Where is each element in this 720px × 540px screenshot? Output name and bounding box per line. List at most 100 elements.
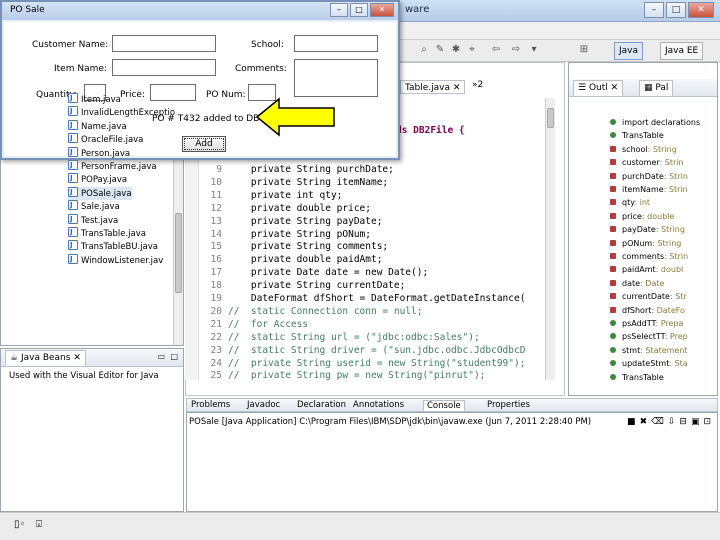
tab-javadoc[interactable]: Javadoc [247, 400, 280, 410]
maximize-button[interactable]: □ [666, 2, 686, 18]
package-item[interactable]: TransTable.java [68, 226, 146, 240]
toolbar-task-icon[interactable]: ✱ [450, 44, 462, 56]
terminate-icon[interactable]: ■ [627, 417, 636, 427]
outline-item[interactable]: currentDate: Str [610, 290, 706, 303]
toolbar-nav-icon[interactable]: ▾ [528, 44, 540, 56]
toolbar-open-type-icon[interactable]: ✎ [434, 44, 446, 56]
package-item[interactable]: WindowListener.jav [68, 253, 163, 267]
package-item[interactable]: POPay.java [68, 172, 127, 186]
outline-item[interactable]: paidAmt: doubl [610, 263, 706, 276]
code-line[interactable]: 9 private String purchDate; [200, 163, 394, 176]
tab-annotations[interactable]: Annotations [353, 400, 404, 410]
package-item[interactable]: Name.java [68, 119, 127, 133]
editor-overflow-tabs[interactable]: »2 [472, 80, 483, 90]
minimize-icon[interactable]: ▭ [157, 352, 165, 361]
code-line[interactable]: 16 private double paidAmt; [200, 253, 383, 266]
comments-field[interactable] [294, 59, 378, 97]
outline-item[interactable]: TransTable [610, 371, 706, 384]
minimize-button[interactable]: – [644, 2, 664, 18]
toolbar-back-icon[interactable]: ⇦ [490, 44, 502, 56]
code-line[interactable]: 18 private String currentDate; [200, 279, 406, 292]
perspective-java-ee-button[interactable]: Java EE [660, 42, 704, 60]
outline-item[interactable]: comments: Strin [610, 250, 706, 263]
package-item[interactable]: TransTableBU.java [68, 239, 158, 253]
add-button[interactable]: Add [182, 136, 226, 152]
code-line[interactable]: 22 // static String url = ("jdbc:odbc:Sal… [200, 331, 480, 344]
code-line[interactable]: 24 // private String userid = new String(… [200, 357, 526, 370]
code-line[interactable]: 19 DateFormat dfShort = DateFormat.getDa… [200, 292, 526, 305]
tab-console[interactable]: Console [423, 400, 465, 412]
package-item[interactable]: Test.java [68, 213, 118, 227]
editor-scrollbar[interactable] [545, 98, 555, 380]
code-line[interactable]: 10 private String itemName; [200, 176, 389, 189]
package-item[interactable]: InvalidLengthExceptio [68, 105, 175, 119]
outline-item[interactable]: pONum: String [610, 237, 706, 250]
outline-item[interactable]: price: double [610, 210, 706, 223]
outline-item[interactable]: date: Date [610, 277, 706, 290]
package-item[interactable]: OracleFile.java [68, 132, 143, 146]
outline-item[interactable]: customer: Strin [610, 156, 706, 169]
tab-java-beans[interactable]: ☕ Java Beans ✕ [5, 350, 86, 366]
close-icon[interactable]: ✕ [453, 83, 461, 93]
package-item[interactable]: PersonFrame.java [68, 159, 157, 173]
dialog-minimize-button[interactable]: – [330, 3, 348, 17]
editor-scroll-thumb[interactable] [547, 108, 554, 128]
package-item[interactable]: POSale.java [68, 186, 132, 200]
outline-item[interactable]: TransTable [610, 129, 706, 142]
outline-item[interactable]: stmt: Statement [610, 344, 706, 357]
school-field[interactable] [294, 35, 378, 52]
toolbar-search-icon[interactable]: ⌕ [418, 44, 430, 56]
close-icon[interactable]: ✕ [611, 83, 619, 93]
remove-launch-icon[interactable]: ✖ [640, 417, 648, 427]
clear-console-icon[interactable]: ⌫ [651, 417, 664, 427]
tab-properties[interactable]: Properties [487, 400, 530, 410]
outline-item[interactable]: updateStmt: Sta [610, 357, 706, 370]
code-line[interactable]: 14 private String pONum; [200, 228, 371, 241]
tab-editor-file[interactable]: Table.java ✕ [400, 80, 466, 94]
outline-item[interactable]: itemName: Strin [610, 183, 706, 196]
outline-item[interactable]: psSelectTT: Prep [610, 330, 706, 343]
code-line[interactable]: 25 // private String pw = new String("pin… [200, 369, 486, 382]
tab-palette[interactable]: ▦ Pal [639, 80, 674, 96]
display-console-icon[interactable]: ▣ [691, 417, 700, 427]
pin-console-icon[interactable]: ⊟ [679, 417, 687, 427]
code-line[interactable]: 15 private String comments; [200, 240, 389, 253]
open-perspective-icon[interactable]: ⊞ [578, 44, 590, 56]
code-line[interactable]: 11 private int qty; [200, 189, 343, 202]
perspective-java-button[interactable]: Java [614, 42, 644, 60]
dialog-close-button[interactable]: ✕ [370, 3, 394, 17]
tab-problems[interactable]: Problems [191, 400, 230, 410]
tab-outline[interactable]: ☰ Outl ✕ [573, 80, 624, 96]
open-console-icon[interactable]: ⊡ [703, 417, 711, 427]
package-explorer-scroll-thumb[interactable] [175, 213, 182, 293]
fast-view-icon[interactable]: ▯◦ [14, 519, 25, 530]
customer-name-field[interactable] [112, 35, 216, 52]
scroll-lock-icon[interactable]: ⇩ [668, 417, 676, 427]
outline-item[interactable]: school: String [610, 143, 706, 156]
code-line[interactable]: 20 // static Connection conn = null; [200, 305, 423, 318]
outline-item[interactable]: dfShort: DateFo [610, 304, 706, 317]
code-line[interactable]: 21 // for Access [200, 318, 309, 331]
outline-item[interactable]: purchDate: Strin [610, 170, 706, 183]
package-item[interactable]: Sale.java [68, 199, 120, 213]
dialog-maximize-button[interactable]: □ [350, 3, 368, 17]
code-line[interactable]: 23 // static String driver = ("sun.jdbc.o… [200, 344, 526, 357]
trim-icon[interactable]: ⌻ [36, 519, 42, 530]
tab-declaration[interactable]: Declaration [297, 400, 346, 410]
code-line[interactable]: 13 private String payDate; [200, 215, 383, 228]
outline-item[interactable]: psAddTT: Prepa [610, 317, 706, 330]
toolbar-marker-icon[interactable]: ⌖ [466, 44, 478, 56]
item-name-field[interactable] [112, 59, 216, 76]
outline-item[interactable]: qty: int [610, 196, 706, 209]
toolbar-forward-icon[interactable]: ⇨ [510, 44, 522, 56]
close-icon[interactable]: ✕ [73, 353, 81, 363]
package-item[interactable]: Person.java [68, 146, 130, 160]
package-item[interactable]: Item.java [68, 92, 121, 106]
code-line[interactable]: 17 private Date date = new Date(); [200, 266, 429, 279]
outline-item[interactable]: import declarations [610, 116, 706, 129]
close-button[interactable]: ✕ [688, 2, 714, 18]
outline-item[interactable]: payDate: String [610, 223, 706, 236]
price-field[interactable] [150, 84, 196, 101]
code-line[interactable]: 12 private double price; [200, 202, 371, 215]
maximize-icon[interactable]: □ [170, 352, 178, 361]
